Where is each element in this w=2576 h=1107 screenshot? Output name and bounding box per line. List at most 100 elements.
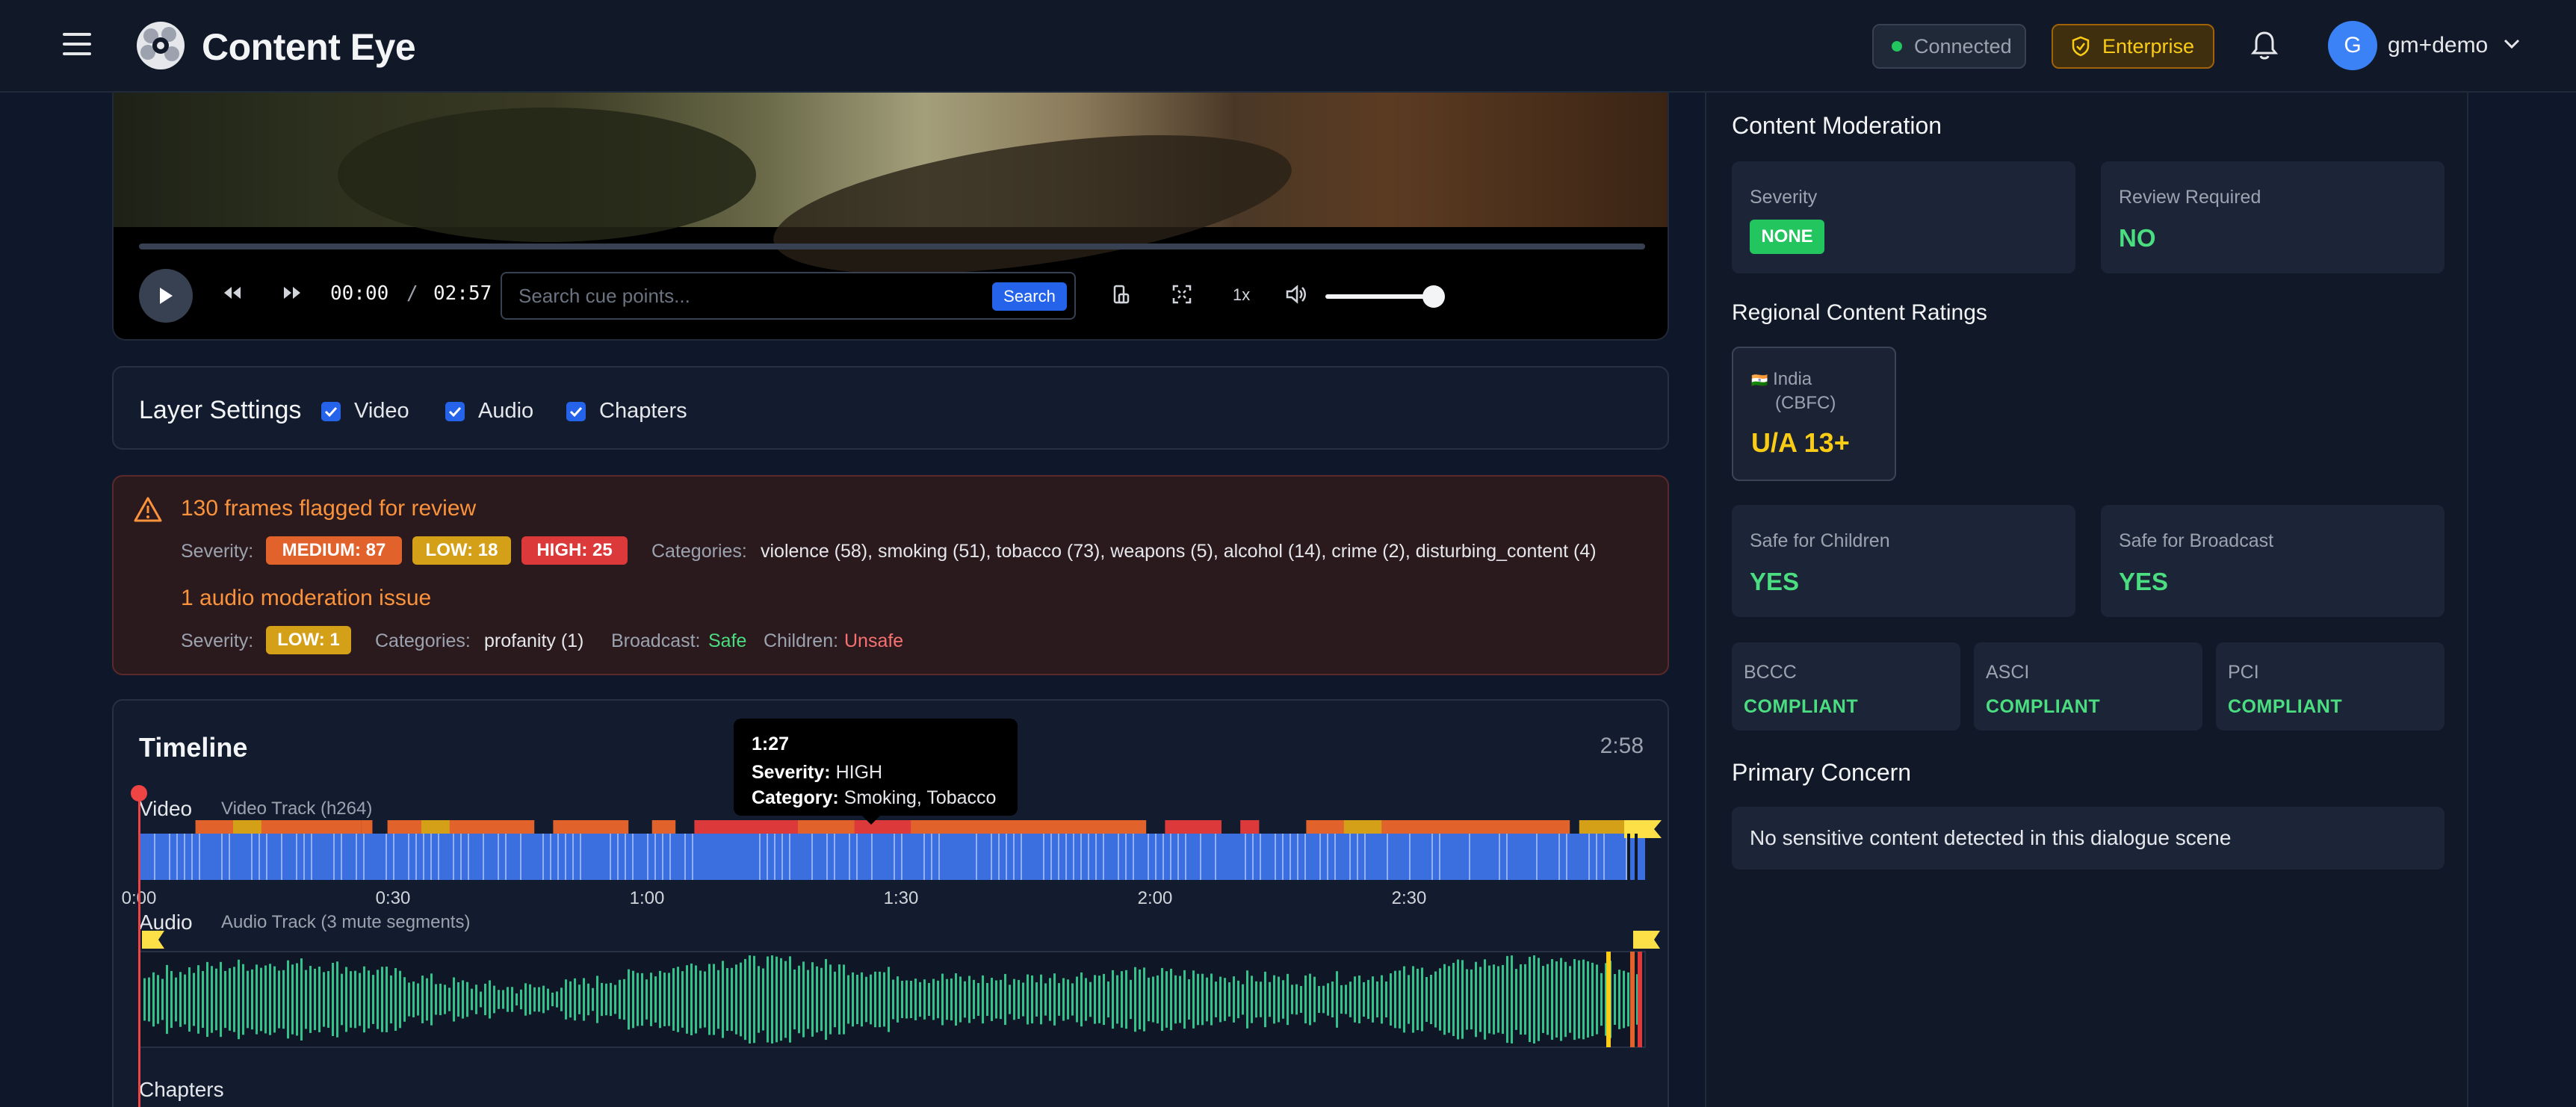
video-frame-tick xyxy=(483,834,484,880)
audio-waveform-bar xyxy=(1470,969,1473,1030)
audio-waveform-bar xyxy=(614,984,616,1014)
audio-waveform-bar xyxy=(233,967,235,1032)
audio-waveform-bar xyxy=(538,987,540,1012)
region-rating-value: U/A 13+ xyxy=(1751,427,1850,458)
video-frame[interactable] xyxy=(114,93,1668,300)
audio-waveform-bar xyxy=(291,964,294,1035)
audio-waveform-bar xyxy=(1381,975,1383,1024)
volume-slider-track[interactable] xyxy=(1325,294,1434,299)
timeline-tick-label: 1:30 xyxy=(884,888,919,908)
audio-waveform-bar xyxy=(1076,976,1078,1023)
chevron-down-icon[interactable] xyxy=(2503,37,2521,51)
audio-waveform-bar xyxy=(1004,973,1006,1026)
video-frame-tick xyxy=(1282,834,1284,880)
audio-waveform-bar xyxy=(771,955,773,1044)
video-frame-tick xyxy=(1050,834,1052,880)
video-frame-tick xyxy=(1073,834,1074,880)
audio-waveform-bar xyxy=(215,968,217,1031)
volume-slider-handle[interactable] xyxy=(1422,285,1445,308)
audio-categories-label: Categories: xyxy=(375,630,471,651)
audio-waveform-bar xyxy=(439,983,442,1016)
audio-waveform-bar xyxy=(242,964,244,1035)
audio-waveform-bar xyxy=(973,979,975,1020)
audio-waveform-bar xyxy=(1385,981,1387,1018)
picture-in-picture-icon[interactable] xyxy=(1112,284,1133,305)
fullscreen-icon[interactable] xyxy=(1171,284,1192,305)
video-frame-tick xyxy=(1566,834,1567,880)
audio-waveform-bar xyxy=(1058,983,1060,1016)
chapters-layer-checkbox[interactable]: Chapters xyxy=(566,399,687,424)
video-frame-tick xyxy=(176,834,178,880)
video-frame-tick xyxy=(1304,834,1306,880)
menu-icon[interactable] xyxy=(63,33,91,58)
audio-waveform-bar xyxy=(1322,985,1325,1014)
video-frame-tick xyxy=(976,834,977,880)
user-avatar[interactable]: G xyxy=(2328,21,2377,70)
video-frame-tick xyxy=(1065,834,1067,880)
playback-progress-bar[interactable] xyxy=(139,244,1645,249)
audio-waveform-bar xyxy=(838,964,840,1035)
audio-waveform-bar xyxy=(386,967,388,1032)
video-frame-tick xyxy=(901,834,902,880)
video-layer-checkbox[interactable]: Video xyxy=(321,399,409,424)
rewind-icon[interactable] xyxy=(221,284,244,302)
asci-label: ASCI xyxy=(1986,662,2030,683)
checkbox-checked-icon xyxy=(321,401,341,421)
audio-waveform-bar xyxy=(1013,979,1015,1020)
audio-waveform-bar xyxy=(937,980,939,1019)
audio-waveform-bar xyxy=(650,973,652,1026)
fast-forward-icon[interactable] xyxy=(281,284,303,302)
audio-waveform-bar xyxy=(1457,959,1459,1040)
video-flag-segment xyxy=(798,820,1147,834)
audio-waveform-bar xyxy=(793,969,796,1030)
primary-concern-text: No sensitive content detected in this di… xyxy=(1750,826,2232,849)
shield-check-icon xyxy=(2072,36,2090,57)
audio-waveform-bar xyxy=(865,976,867,1023)
audio-waveform-bar xyxy=(1018,979,1020,1020)
video-frame-tick xyxy=(1409,834,1411,880)
audio-layer-checkbox[interactable]: Audio xyxy=(445,399,533,424)
audio-waveform-bar xyxy=(1027,974,1029,1025)
audio-waveform-bar xyxy=(1309,973,1311,1026)
audio-waveform-bar xyxy=(753,955,755,1044)
moderation-alert-panel: 130 frames flagged for review Severity: … xyxy=(112,475,1669,675)
video-frame-tick xyxy=(1080,834,1082,880)
audio-waveform-bar xyxy=(363,966,365,1033)
audio-waveform-bar xyxy=(332,963,334,1036)
audio-waveform-bar xyxy=(1443,964,1446,1035)
bccc-compliance-card: BCCC COMPLIANT xyxy=(1732,642,1960,731)
play-button[interactable] xyxy=(139,269,193,323)
timeline-tooltip: 1:27 Severity: HIGH Category: Smoking, T… xyxy=(734,719,1018,825)
user-name[interactable]: gm+demo xyxy=(2388,33,2488,58)
timeline-tick-label: 2:00 xyxy=(1138,888,1173,908)
audio-waveform-bar xyxy=(493,985,495,1014)
audio-waveform-bar xyxy=(1493,964,1495,1035)
india-rating-card[interactable]: 🇮🇳 India (CBFC) U/A 13+ xyxy=(1732,347,1896,481)
cue-search-button[interactable]: Search xyxy=(992,282,1067,311)
audio-waveform-bar xyxy=(1345,984,1347,1014)
audio-waveform-bar xyxy=(229,968,231,1031)
notification-bell-icon[interactable] xyxy=(2250,30,2279,61)
video-frame-tick xyxy=(998,834,1000,880)
cue-search-input[interactable] xyxy=(518,282,952,309)
audio-waveform-bar xyxy=(955,973,957,1026)
audio-waveform-bar xyxy=(762,968,764,1031)
audio-waveform-bar xyxy=(448,987,451,1011)
audio-waveform-bar xyxy=(390,975,392,1024)
video-frame-tick xyxy=(1006,834,1007,880)
audio-waveform-bar xyxy=(1466,969,1468,1030)
audio-waveform-bar xyxy=(336,961,338,1038)
severity-card: Severity NONE xyxy=(1732,161,2075,273)
volume-icon[interactable] xyxy=(1285,284,1307,305)
enterprise-plan-badge[interactable]: Enterprise xyxy=(2052,24,2214,69)
video-frame-tick xyxy=(311,834,312,880)
video-flag-segment xyxy=(195,820,362,834)
audio-waveform-bar xyxy=(861,972,863,1027)
audio-waveform-bar xyxy=(968,976,970,1023)
audio-waveform-bar xyxy=(1412,966,1414,1033)
audio-waveform-bar xyxy=(529,984,531,1015)
video-frame-tick xyxy=(1013,834,1015,880)
playback-speed-button[interactable]: 1x xyxy=(1233,285,1250,305)
layer-settings-panel: Layer Settings Video Audio Chapters xyxy=(112,366,1669,450)
audio-waveform-bar xyxy=(327,971,329,1028)
